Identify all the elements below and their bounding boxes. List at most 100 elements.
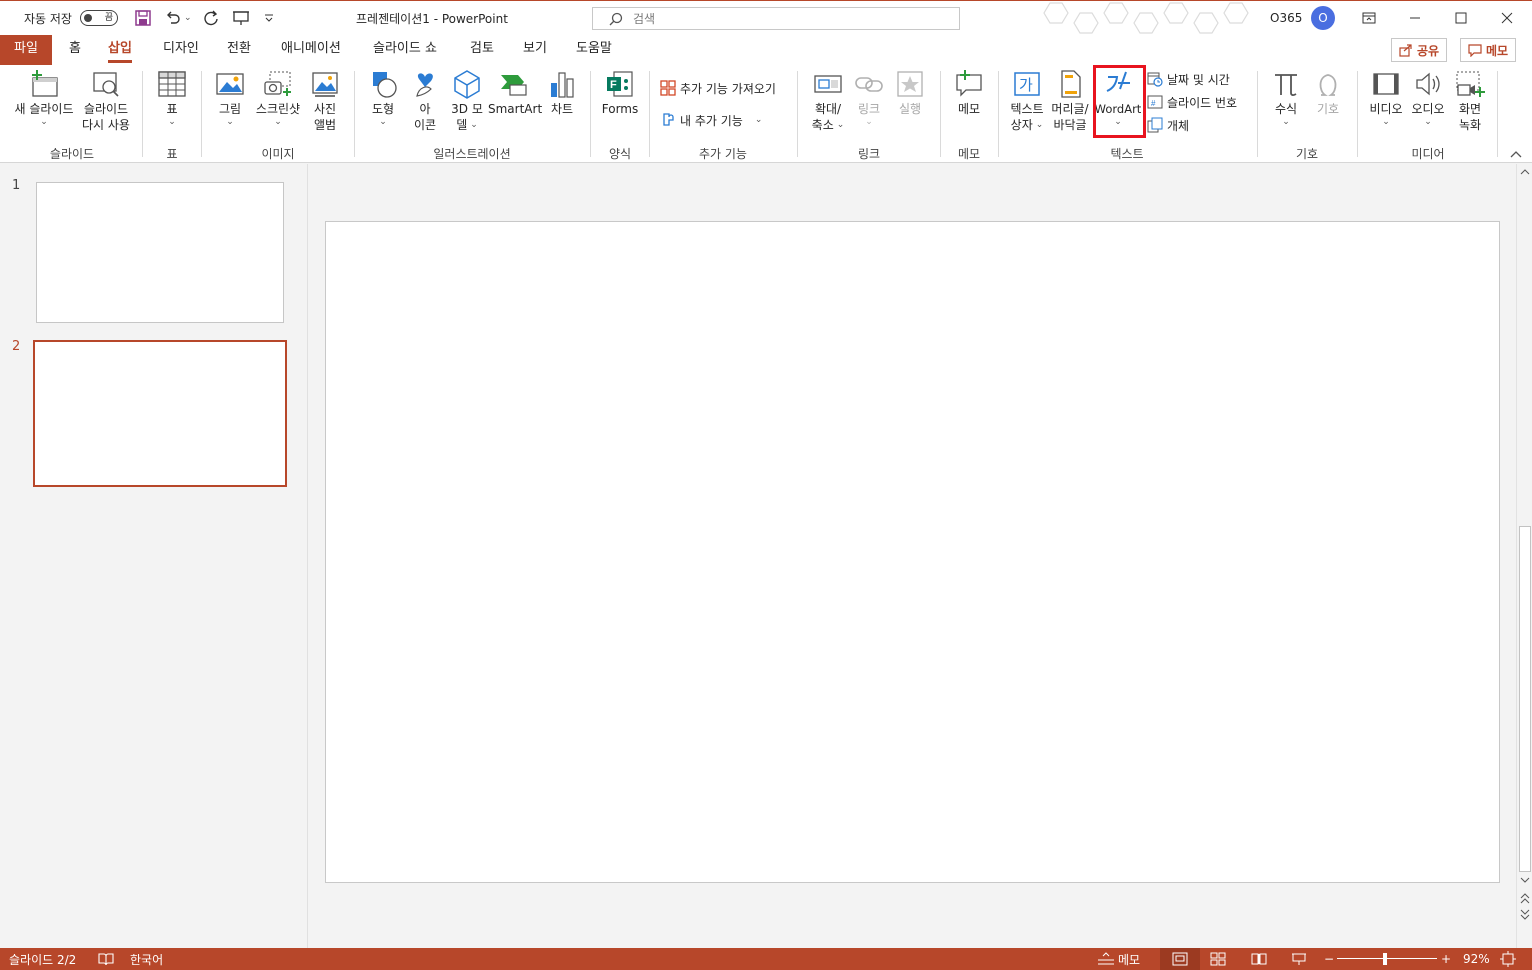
tab-animations[interactable]: 애니메이션	[281, 35, 341, 65]
screen-recording-button[interactable]: 화면 녹화	[1450, 69, 1490, 133]
present-button[interactable]	[232, 1, 250, 35]
zoom-button[interactable]: 확대/ 축소 ⌄	[806, 69, 850, 133]
comments-button[interactable]: 메모	[1460, 38, 1517, 62]
chevron-down-icon[interactable]: ⌄	[210, 117, 250, 127]
scrollbar-thumb[interactable]	[1519, 526, 1531, 872]
chevron-down-icon[interactable]: ⌄	[250, 117, 306, 127]
new-slide-button[interactable]: 새 슬라이드 ⌄	[8, 69, 80, 127]
close-button[interactable]	[1484, 1, 1530, 35]
chevron-down-icon[interactable]: ⌄	[150, 117, 194, 127]
slide-thumbnail-2[interactable]	[33, 340, 287, 487]
notes-button[interactable]: 메모	[1097, 948, 1140, 970]
close-icon	[1501, 12, 1513, 24]
normal-view-button[interactable]	[1160, 948, 1200, 970]
slide-sorter-icon	[1210, 952, 1226, 966]
slide-number-icon: #	[1147, 95, 1163, 109]
shapes-button[interactable]: 도형 ⌄	[362, 69, 404, 127]
star-action-icon	[897, 71, 923, 97]
chevron-down-icon[interactable]: ⌄	[837, 120, 845, 130]
share-button[interactable]: 공유	[1391, 38, 1448, 62]
zoom-in-button[interactable]: +	[1441, 948, 1451, 970]
slide-number-button[interactable]: # 슬라이드 번호	[1147, 92, 1237, 112]
chevron-down-icon[interactable]: ⌄	[1266, 117, 1306, 127]
3d-models-button[interactable]: 3D 모 델 ⌄	[446, 69, 488, 133]
save-icon	[135, 10, 151, 26]
table-icon	[158, 71, 186, 97]
minimize-button[interactable]	[1392, 1, 1438, 35]
video-button[interactable]: 비디오 ⌄	[1366, 69, 1406, 127]
object-button[interactable]: 개체	[1147, 115, 1189, 135]
fit-to-window-button[interactable]	[1500, 948, 1516, 970]
slide-number-label: 슬라이드 번호	[1167, 95, 1238, 110]
equation-button[interactable]: 수식 ⌄	[1266, 69, 1306, 127]
maximize-button[interactable]	[1438, 1, 1484, 35]
tab-view[interactable]: 보기	[523, 35, 547, 65]
autosave-toggle[interactable]: 끔	[79, 10, 118, 26]
audio-button[interactable]: 오디오 ⌄	[1408, 69, 1448, 127]
zoom-slider[interactable]	[1337, 948, 1437, 970]
smartart-button[interactable]: SmartArt	[488, 69, 542, 117]
chevron-down-icon[interactable]: ⌄	[1036, 120, 1044, 130]
customize-qat-button[interactable]	[264, 1, 274, 35]
tab-help[interactable]: 도움말	[576, 35, 612, 65]
slide-sorter-button[interactable]	[1210, 948, 1226, 970]
screenshot-button[interactable]: 스크린샷 ⌄	[250, 69, 306, 127]
avatar[interactable]: O	[1311, 6, 1335, 30]
chevron-down-icon[interactable]: ⌄	[755, 115, 763, 125]
undo-button[interactable]: ⌄	[164, 1, 192, 35]
tab-insert[interactable]: 삽입	[108, 35, 132, 65]
wordart-highlight-box	[1093, 65, 1146, 138]
action-button[interactable]: 실행	[892, 69, 928, 117]
chevron-down-icon[interactable]: ⌄	[470, 120, 478, 130]
autosave-control[interactable]: 자동 저장 끔	[24, 1, 118, 35]
zoom-percentage[interactable]: 92%	[1463, 948, 1490, 970]
slide-indicator[interactable]: 슬라이드 2/2	[9, 948, 76, 970]
reuse-slides-label-2: 다시 사용	[82, 118, 130, 132]
account-avatar-wrap[interactable]: O	[1311, 1, 1335, 35]
chevron-down-icon[interactable]: ⌄	[184, 13, 192, 23]
account-name[interactable]: O365	[1270, 1, 1302, 35]
chevron-down-icon[interactable]: ⌄	[362, 117, 404, 127]
slide-thumbnail-1[interactable]	[36, 182, 284, 323]
spelling-check-button[interactable]	[98, 948, 114, 970]
get-addins-button[interactable]: 추가 기능 가져오기	[660, 78, 776, 98]
date-time-button[interactable]: 날짜 및 시간	[1147, 69, 1230, 89]
chevron-down-icon[interactable]: ⌄	[1408, 117, 1448, 127]
photo-album-button[interactable]: 사진 앨범	[304, 69, 346, 133]
chart-button[interactable]: 차트	[544, 69, 580, 117]
slide-canvas[interactable]	[325, 221, 1500, 883]
search-input[interactable]: 검색	[592, 7, 960, 30]
icons-button[interactable]: 아 이콘	[406, 69, 444, 133]
zoom-out-button[interactable]: −	[1324, 948, 1334, 970]
tab-design[interactable]: 디자인	[163, 35, 199, 65]
chevron-down-icon[interactable]: ⌄	[1366, 117, 1406, 127]
slideshow-button[interactable]	[1291, 948, 1307, 970]
collapse-ribbon-button[interactable]	[1510, 149, 1522, 159]
redo-button[interactable]	[202, 1, 220, 35]
chevron-up-icon	[1510, 151, 1522, 158]
chevron-down-icon[interactable]: ⌄	[852, 117, 886, 127]
zoom-slider-thumb[interactable]	[1383, 953, 1387, 965]
reading-view-button[interactable]	[1251, 948, 1267, 970]
tab-slideshow[interactable]: 슬라이드 쇼	[373, 35, 437, 65]
table-button[interactable]: 표 ⌄	[150, 69, 194, 127]
link-button[interactable]: 링크 ⌄	[852, 69, 886, 127]
tab-file[interactable]: 파일	[0, 35, 52, 65]
symbol-button[interactable]: 기호	[1308, 69, 1348, 117]
new-comment-button[interactable]: 메모	[948, 69, 990, 117]
ribbon-display-button[interactable]	[1346, 1, 1392, 35]
save-button[interactable]	[134, 1, 152, 35]
tab-review[interactable]: 검토	[470, 35, 494, 65]
tab-home[interactable]: 홈	[69, 35, 81, 65]
my-addins-button[interactable]: 내 추가 기능 ⌄	[660, 110, 762, 130]
vertical-scrollbar[interactable]	[1516, 164, 1532, 948]
group-separator	[998, 71, 999, 157]
textbox-button[interactable]: 가 텍스트 상자 ⌄	[1006, 69, 1048, 133]
chevron-down-icon[interactable]: ⌄	[8, 117, 80, 127]
tab-transitions[interactable]: 전환	[227, 35, 251, 65]
header-footer-button[interactable]: 머리글/ 바닥글	[1048, 69, 1092, 133]
reuse-slides-button[interactable]: 슬라이드 다시 사용	[78, 69, 134, 133]
picture-button[interactable]: 그림 ⌄	[210, 69, 250, 127]
language-indicator[interactable]: 한국어	[130, 948, 163, 970]
forms-button[interactable]: F Forms	[598, 69, 642, 117]
